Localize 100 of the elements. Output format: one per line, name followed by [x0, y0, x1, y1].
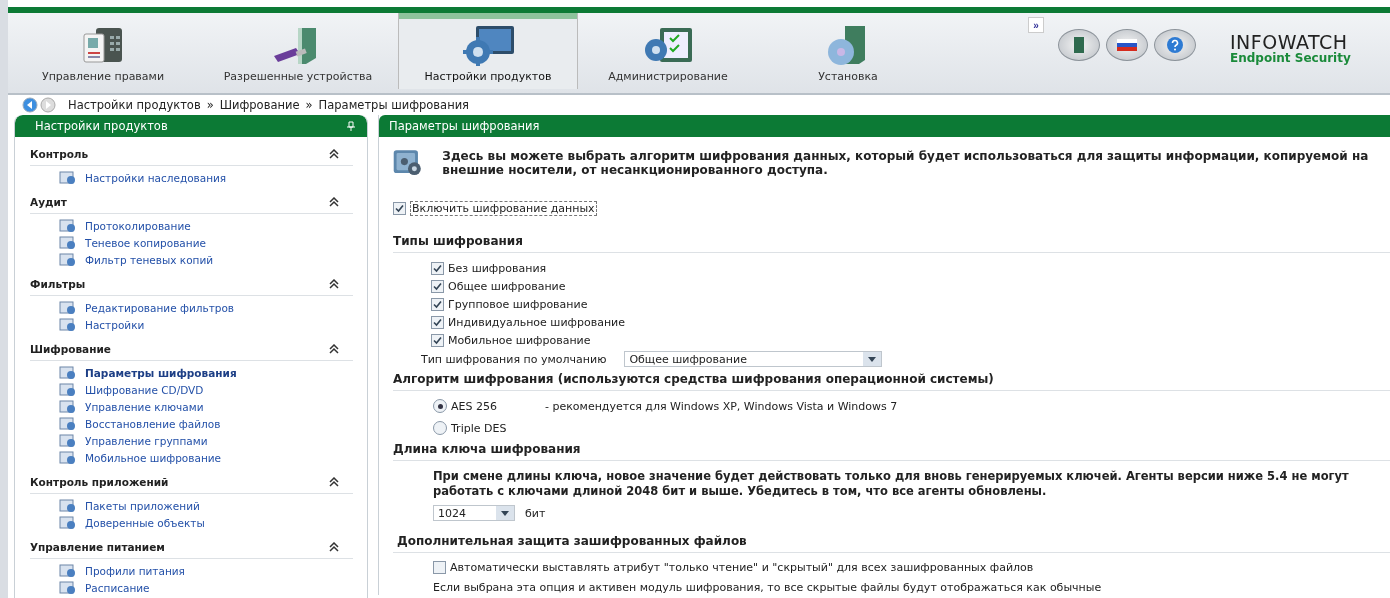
checkbox[interactable] [431, 315, 444, 329]
intro-text: Здесь вы можете выбрать алгоритм шифрования данных, который будет использоваться для защиты информации, копируемой на внешние носители, от несанкционированного доступа. [442, 149, 1370, 177]
checkbox-label[interactable]: Автоматически выставлять атрибут "только чтение" и "скрытый" для всех зашифрованных файлов [450, 560, 1034, 574]
expand-button[interactable]: » [1028, 17, 1044, 33]
item-icon [59, 498, 77, 513]
pin-icon[interactable] [347, 121, 355, 131]
unit-label: бит [525, 506, 546, 520]
dropdown-arrow-icon [868, 356, 877, 362]
checkbox[interactable] [393, 201, 406, 215]
nav-tab[interactable]: Настройки продуктов [398, 13, 578, 89]
panel-title: Настройки продуктов [35, 119, 168, 133]
hint-text: - рекомендуется для Windows XP, Windows Vista и Windows 7 [545, 399, 898, 413]
sidebar-link[interactable]: Управление ключами [85, 400, 204, 413]
nav-tab[interactable]: Разрешенные устройства [198, 13, 398, 89]
item-icon [59, 300, 77, 315]
radio-button[interactable] [433, 421, 447, 435]
note-text: Если выбрана эта опция и активен модуль шифрования, то все скрытые файлы будут отображаться как обычные [433, 581, 1103, 594]
collapse-icon[interactable] [329, 344, 339, 354]
breadcrumb-item[interactable]: Параметры шифрования [318, 98, 470, 112]
flag-icon [1117, 39, 1137, 51]
sidebar-link[interactable]: Восстановление файлов [85, 417, 221, 430]
item-icon [59, 433, 77, 448]
checkbox[interactable] [431, 261, 444, 275]
breadcrumb-separator: » [305, 98, 313, 112]
checkbox-label[interactable]: Индивидуальное шифрование [448, 315, 626, 329]
checkbox[interactable] [433, 560, 446, 574]
item-icon [59, 170, 77, 185]
server-icon [1074, 37, 1084, 53]
section-title: Управление питанием [30, 540, 165, 553]
sidebar-link[interactable]: Доверенные объекты [85, 516, 205, 529]
field-label: Тип шифрования по умолчанию [421, 352, 607, 366]
sidebar-link[interactable]: Параметры шифрования [85, 366, 237, 379]
section-title: Контроль [30, 147, 89, 160]
sidebar-link[interactable]: Расписание [85, 581, 150, 594]
language-button[interactable] [1106, 29, 1148, 61]
section-heading: Типы шифрования [393, 231, 1390, 253]
item-icon [59, 416, 77, 431]
sidebar-link[interactable]: Управление группами [85, 434, 208, 447]
item-icon [59, 365, 77, 380]
item-icon [59, 235, 77, 250]
item-icon [59, 563, 77, 578]
back-icon[interactable] [22, 97, 38, 113]
breadcrumb-separator: » [206, 98, 214, 112]
section-title: Фильтры [30, 277, 86, 290]
collapse-icon[interactable] [329, 197, 339, 207]
panel-title: Параметры шифрования [389, 119, 540, 133]
section-heading: Длина ключа шифрования [393, 439, 1390, 461]
checkbox-label[interactable]: Включить шифрование данных [410, 200, 597, 216]
key-length-dropdown[interactable]: 1024 [433, 505, 515, 521]
sidebar-link[interactable]: Редактирование фильтров [85, 301, 235, 314]
checkbox-label[interactable]: Групповое шифрование [448, 297, 588, 311]
sidebar-link[interactable]: Шифрование CD/DVD [85, 383, 204, 396]
section-heading: Дополнительная защита зашифрованных файлов [393, 531, 1390, 553]
checkbox[interactable] [431, 333, 444, 347]
help-button[interactable] [1154, 29, 1196, 61]
sidebar-link[interactable]: Пакеты приложений [85, 499, 200, 512]
monitor-gear-drawing [460, 24, 516, 66]
section-heading: Алгоритм шифрования (используются средства шифрования операционной системы) [393, 369, 1390, 391]
item-icon [59, 515, 77, 530]
sidebar-link[interactable]: Мобильное шифрование [85, 451, 222, 464]
collapse-icon[interactable] [329, 477, 339, 487]
nav-tab[interactable]: Администрирование [578, 13, 758, 89]
item-icon [59, 218, 77, 233]
sidebar-link[interactable]: Теневое копирование [85, 236, 206, 249]
checkbox-label[interactable]: Без шифрования [448, 261, 547, 275]
radio-label[interactable]: AES 256 [451, 399, 497, 413]
item-icon [59, 317, 77, 332]
item-icon [59, 382, 77, 397]
section-title: Аудит [30, 195, 67, 208]
radio-label[interactable]: Triple DES [451, 421, 507, 435]
server-button[interactable] [1058, 29, 1100, 61]
checkbox-label[interactable]: Общее шифрование [448, 279, 566, 293]
item-icon [59, 580, 77, 595]
nav-tab[interactable]: Управление правами [8, 13, 198, 89]
dropdown-arrow-icon [501, 510, 509, 516]
nav-tab[interactable]: Установка [758, 13, 938, 89]
radio-button[interactable] [433, 399, 447, 413]
warning-text: При смене длины ключа, новое значение будет действовать только для вновь генерируемых ключей. Агенты версии ниже 5.4 не могут работать с ключами длиной 2048 бит и выше. Убедитесь в том, что все агенты обновлены. [433, 469, 1350, 499]
checkbox[interactable] [431, 279, 444, 293]
sidebar-link[interactable]: Протоколирование [85, 219, 191, 232]
section-title: Шифрование [30, 342, 111, 355]
help-icon [1166, 36, 1184, 54]
encryption-type-dropdown[interactable]: Общее шифрование [624, 351, 883, 367]
sidebar-link[interactable]: Профили питания [85, 564, 185, 577]
collapse-icon[interactable] [329, 149, 339, 159]
logo-subtitle: Endpoint Security [1230, 52, 1351, 64]
collapse-icon[interactable] [329, 279, 339, 289]
checkbox[interactable] [431, 297, 444, 311]
item-icon [59, 450, 77, 465]
section-title: Контроль приложений [30, 475, 169, 488]
breadcrumb-item[interactable]: Шифрование [219, 98, 300, 112]
sidebar-link[interactable]: Настройки [85, 318, 145, 331]
logo-title: INFOWATCH [1230, 33, 1348, 52]
checkbox-label[interactable]: Мобильное шифрование [448, 333, 591, 347]
item-icon [59, 399, 77, 414]
collapse-icon[interactable] [329, 542, 339, 552]
sidebar-link[interactable]: Фильтр теневых копий [85, 253, 214, 266]
sidebar-link[interactable]: Настройки наследования [85, 171, 227, 184]
item-icon [59, 252, 77, 267]
breadcrumb-item[interactable]: Настройки продуктов [68, 98, 201, 112]
